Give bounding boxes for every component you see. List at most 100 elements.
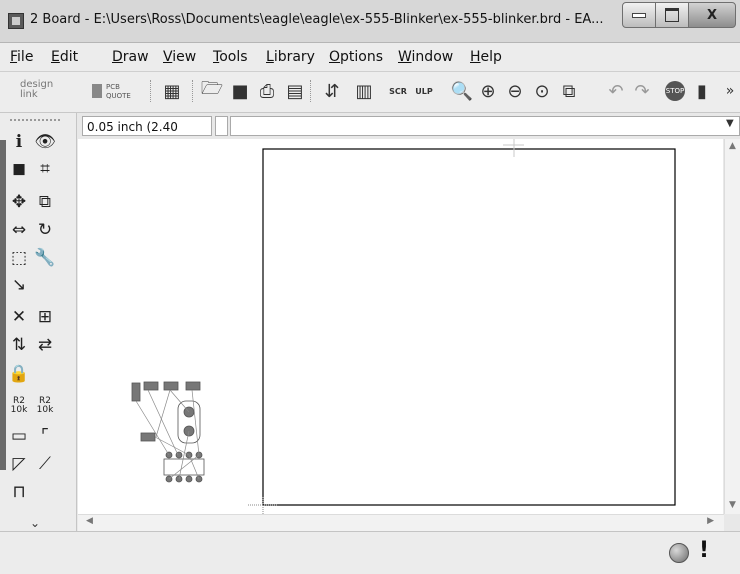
component-r3 [185, 381, 201, 391]
undo-button[interactable]: ↶ [604, 79, 628, 103]
board-canvas[interactable] [78, 139, 723, 514]
tool-palette: i 👁 ◼ ⌗ ✥ ⧉ ⇔ ↻ ⬚ 🔧 ↘ ✕ ⊞ ⇅ ⇄ 🔒 R2 10k R2… [0, 113, 77, 533]
copy-tool[interactable]: ⧉ [34, 191, 56, 213]
stop-button[interactable]: STOP [663, 79, 687, 103]
pcb-quote-icon [92, 84, 102, 98]
open-button[interactable]: 🗁 [200, 78, 224, 103]
lock-tool[interactable]: 🔒 [8, 363, 30, 385]
redo-button[interactable]: ↷ [630, 79, 654, 103]
meander-tool[interactable]: ⊓ [8, 481, 30, 503]
close-button[interactable]: X [688, 2, 736, 28]
rotate-tool[interactable]: ↻ [34, 219, 56, 241]
value-tool[interactable]: R2 10k [34, 395, 56, 417]
cam-processor-icon: ▤ [286, 80, 304, 102]
move-tool[interactable]: ✥ [8, 191, 30, 213]
ulp-button[interactable]: ULP [412, 79, 436, 103]
status-bar: ! [0, 531, 740, 574]
menu-help[interactable]: Help [470, 49, 502, 65]
name-tool[interactable]: R2 10k [8, 395, 30, 417]
smash-tool[interactable]: ▭ [8, 425, 30, 447]
component-r2 [163, 381, 179, 391]
switch-schematic-button[interactable]: ⇵ [320, 79, 344, 103]
menu-draw[interactable]: Draw [112, 49, 149, 65]
replace-tool[interactable]: ⇅ [8, 334, 30, 356]
route-tool[interactable]: ⟋ [34, 453, 56, 475]
minimize-button[interactable] [622, 2, 656, 28]
script-button[interactable]: SCR [386, 79, 410, 103]
zoom-area-button[interactable]: ⧉ [557, 79, 581, 103]
info-tool[interactable]: i [8, 131, 30, 153]
zoom-out-button[interactable]: ⊖ [503, 79, 527, 103]
layers-icon: ◼ [11, 159, 27, 179]
add-tool[interactable]: ⊞ [34, 306, 56, 328]
redraw-button[interactable]: ⊙ [530, 79, 554, 103]
menu-edit[interactable]: Edit [51, 49, 78, 65]
show-tool[interactable]: 👁 [34, 131, 56, 153]
designlink-button[interactable]: design link [20, 80, 72, 104]
grid-icon: ▦ [163, 80, 181, 102]
redraw-icon: ⊙ [534, 80, 550, 102]
pinswap-tool[interactable]: ⇄ [34, 334, 56, 356]
vertical-scrollbar[interactable]: ▲ ▼ [724, 139, 740, 514]
component-c1 [140, 432, 156, 442]
save-button[interactable]: ■ [228, 79, 252, 103]
change-tool[interactable]: 🔧 [34, 247, 56, 269]
mark-icon: ⌗ [40, 159, 50, 179]
command-line-input[interactable] [230, 116, 740, 136]
meander-icon: ⊓ [12, 482, 26, 502]
add-part-icon: ⊞ [37, 307, 53, 327]
paste-tool[interactable]: ↘ [8, 274, 30, 296]
scroll-up-icon[interactable]: ▲ [729, 141, 736, 151]
pcb-quote-button[interactable]: PCB QUOTE [92, 82, 134, 102]
palette-grip[interactable] [10, 119, 60, 121]
maximize-button[interactable] [655, 2, 689, 28]
toolbar-separator [192, 80, 194, 102]
zoom-fit-button[interactable]: 🔍 [450, 79, 474, 103]
delete-x-icon: ✕ [11, 307, 27, 327]
display-tool[interactable]: ◼ [8, 158, 30, 180]
menu-view[interactable]: View [163, 49, 196, 65]
mark-tool[interactable]: ⌗ [34, 158, 56, 180]
lock-icon: 🔒 [8, 364, 30, 384]
scroll-left-icon[interactable]: ◀ [86, 516, 93, 526]
group-select-icon: ⬚ [10, 248, 28, 268]
miter-tool[interactable]: ⌜ [34, 425, 56, 447]
toolbar-separator [310, 80, 312, 102]
zoom-in-button[interactable]: ⊕ [476, 79, 500, 103]
toolbar-separator [150, 80, 152, 102]
window-left-edge [0, 140, 6, 470]
library-button[interactable]: ▥ [352, 79, 376, 103]
horizontal-scrollbar[interactable]: ◀ ▶ [78, 514, 724, 531]
stop-icon: STOP [665, 81, 685, 101]
ulp-icon: ULP [415, 86, 433, 96]
menu-tools[interactable]: Tools [213, 49, 248, 65]
mirror-icon: ⇔ [11, 220, 27, 240]
title-bar[interactable]: 2 Board - E:\Users\Ross\Documents\eagle\… [0, 0, 740, 43]
menu-window[interactable]: Window [398, 49, 453, 65]
go-button[interactable]: ▮ [690, 79, 714, 103]
eagle-app-icon[interactable] [8, 13, 24, 29]
component-r1 [143, 381, 159, 391]
group-tool[interactable]: ⬚ [8, 247, 30, 269]
smash-icon: ▭ [10, 426, 28, 446]
menu-options[interactable]: Options [329, 49, 383, 65]
scroll-right-icon[interactable]: ▶ [707, 516, 714, 526]
command-dropdown-icon[interactable]: ▼ [726, 118, 734, 129]
toolbar-overflow-button[interactable]: » [718, 79, 740, 103]
close-icon: X [706, 7, 718, 23]
mirror-tool[interactable]: ⇔ [8, 219, 30, 241]
scroll-down-icon[interactable]: ▼ [729, 500, 736, 510]
menu-file[interactable]: File [10, 49, 33, 65]
board-drawing [131, 139, 676, 514]
cam-button[interactable]: ▤ [283, 79, 307, 103]
grid-button[interactable]: ▦ [160, 79, 184, 103]
chevron-right-icon: » [725, 83, 735, 99]
palette-expand-button[interactable]: ⌄ [30, 516, 40, 530]
menu-library[interactable]: Library [266, 49, 315, 65]
delete-tool[interactable]: ✕ [8, 306, 30, 328]
warning-exclamation-icon[interactable]: ! [699, 538, 709, 563]
print-button[interactable]: ⎙ [255, 79, 279, 103]
wrench-icon: 🔧 [34, 248, 56, 268]
split-tool[interactable]: ◸ [8, 453, 30, 475]
save-icon: ■ [231, 80, 249, 102]
